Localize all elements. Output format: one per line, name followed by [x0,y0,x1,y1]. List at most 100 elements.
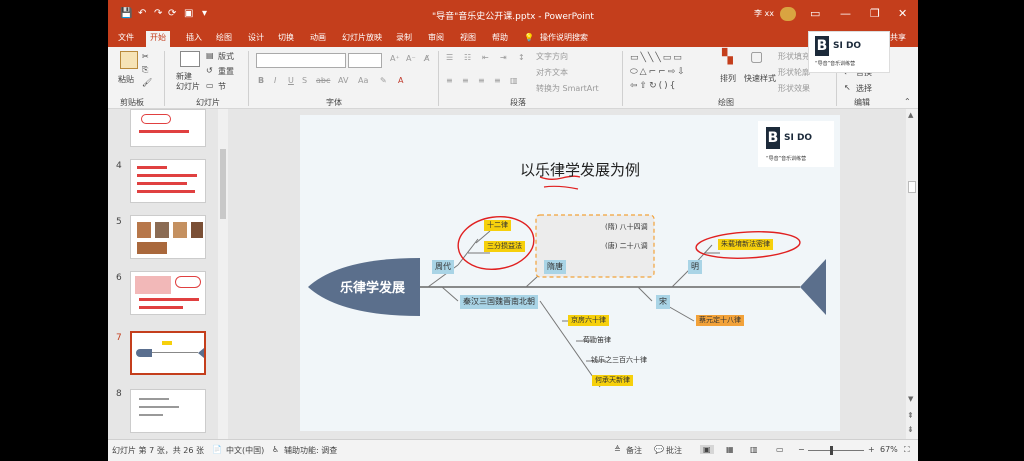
align-left-icon[interactable]: ≡ [446,76,453,85]
columns-icon[interactable]: ▥ [510,76,518,85]
text-direction-button[interactable]: 文字方向 [536,51,568,62]
shrink-font-icon[interactable]: A⁻ [406,54,416,63]
bullets-icon[interactable]: ☰ [446,53,453,62]
shape-outline-button[interactable]: 形状轮廓 [778,67,810,78]
reset-button[interactable]: 重置 [218,66,234,77]
align-center-icon[interactable]: ≡ [462,76,469,85]
paste-icon[interactable] [120,51,138,69]
tab-animations[interactable]: 动画 [306,31,330,47]
tab-review[interactable]: 审阅 [424,31,448,47]
slide-editing-area: 以乐律学发展为例 乐律学发展 周代 十二律 三分损益法 隋唐 (隋) 八十四调 … [230,109,906,439]
section-button[interactable]: 节 [218,81,226,92]
scroll-down-icon[interactable]: ▼ [908,395,913,403]
user-name[interactable]: 李 xx [754,8,774,19]
font-name-box[interactable] [256,53,346,68]
spacing-icon[interactable]: AV [338,76,348,85]
tab-design[interactable]: 设计 [244,31,268,47]
underline-icon[interactable]: U [288,76,294,85]
slide-thumbnail-5[interactable] [130,215,206,259]
decrease-indent-icon[interactable]: ⇤ [482,53,489,62]
slide-thumbnail-3[interactable] [130,109,206,147]
editor-scrollbar[interactable]: ▲ ▼ ⇞ ⇟ [906,109,918,439]
line-spacing-icon[interactable]: ↕ [518,53,525,62]
group-label-drawing: 绘图 [718,98,734,107]
highlight-icon[interactable]: ✎ [380,76,387,85]
language-status[interactable]: 中文(中国) [226,445,264,456]
avatar[interactable] [780,7,796,21]
tab-help[interactable]: 帮助 [488,31,512,47]
tab-home[interactable]: 开始 [146,31,170,47]
smartart-button[interactable]: 转换为 SmartArt [536,83,599,94]
tab-file[interactable]: 文件 [114,31,138,47]
shapes-gallery[interactable]: ▭╲╲╲▭▭ ⬭△⌐⌐⇨⇩ ⇦⇧↻(){ [630,51,702,95]
slideshow-icon[interactable]: ▭ [776,445,784,454]
collapse-ribbon-icon[interactable]: ⌃ [904,97,911,106]
slide-number-5: 5 [116,217,122,227]
zoom-level[interactable]: 67% [880,445,898,454]
slide-thumbnail-pane: 4 5 6 7 8 [108,109,230,439]
strikethrough-icon[interactable]: abc [316,76,330,85]
select-button[interactable]: 选择 [856,83,872,94]
zoom-slider-thumb[interactable] [830,446,833,455]
new-slide-icon[interactable] [180,51,200,67]
quick-styles-button[interactable]: 快速样式 [744,73,776,84]
justify-icon[interactable]: ≡ [494,76,501,85]
tab-transitions[interactable]: 切换 [274,31,298,47]
tell-me-search[interactable]: 操作说明搜索 [536,31,592,47]
reading-view-icon[interactable]: ▥ [750,445,758,454]
paste-button[interactable]: 粘贴 [118,74,134,85]
zoom-slider[interactable] [808,450,864,451]
slide-thumbnail-8[interactable] [130,389,206,433]
normal-view-icon[interactable]: ▣ [700,445,714,454]
logo-brand: SI DO [833,41,862,51]
arrange-button[interactable]: 排列 [720,73,736,84]
shape-effects-button[interactable]: 形状效果 [778,83,810,94]
prev-slide-icon[interactable]: ⇞ [907,411,914,420]
next-slide-icon[interactable]: ⇟ [907,425,914,434]
format-painter-icon[interactable]: 🖌 [142,78,152,87]
slide-canvas[interactable]: 以乐律学发展为例 乐律学发展 周代 十二律 三分损益法 隋唐 (隋) 八十四调 … [300,115,840,431]
close-icon[interactable]: ✕ [898,7,907,20]
minimize-icon[interactable]: — [840,7,851,20]
font-size-box[interactable] [348,53,382,68]
new-slide-button[interactable]: 新建 幻灯片 [176,72,200,92]
copy-icon[interactable]: ⎘ [142,65,148,75]
slide-thumbnail-7[interactable] [130,331,206,375]
numbering-icon[interactable]: ☷ [464,53,471,62]
tab-record[interactable]: 录制 [392,31,416,47]
align-text-button[interactable]: 对齐文本 [536,67,568,78]
layout-button[interactable]: 版式 [218,51,234,62]
shadow-icon[interactable]: S [302,76,307,85]
maximize-icon[interactable]: ❐ [870,7,880,20]
tab-draw[interactable]: 绘图 [212,31,236,47]
clear-format-icon[interactable]: A̸ [424,54,429,63]
spellcheck-icon[interactable]: 📄 [212,445,222,454]
slide-sorter-icon[interactable]: ▦ [726,445,734,454]
tab-view[interactable]: 视图 [456,31,480,47]
cut-icon[interactable]: ✂ [142,52,149,61]
node-he-chengtian: 何承天新律 [592,375,633,386]
zoom-out-icon[interactable]: − [798,445,805,454]
bold-icon[interactable]: B [258,76,264,85]
tab-insert[interactable]: 插入 [182,31,206,47]
shape-fill-button[interactable]: 形状填充 [778,51,810,62]
increase-indent-icon[interactable]: ⇥ [500,53,507,62]
italic-icon[interactable]: I [274,76,276,85]
accessibility-status[interactable]: 辅助功能: 调查 [284,445,337,456]
slide-thumbnail-6[interactable] [130,271,206,315]
thumbnail-scrollbar[interactable] [218,109,228,439]
fit-slide-icon[interactable]: ⛶ [904,445,910,455]
align-right-icon[interactable]: ≡ [478,76,485,85]
notes-button[interactable]: 备注 [626,445,642,456]
change-case-icon[interactable]: Aa [358,76,368,85]
comments-button[interactable]: 批注 [666,445,682,456]
slide-thumbnail-4[interactable] [130,159,206,203]
font-color-icon[interactable]: A [398,76,403,85]
tab-slideshow[interactable]: 幻灯片放映 [338,31,386,47]
zoom-in-icon[interactable]: + [868,445,875,454]
grow-font-icon[interactable]: A⁺ [390,54,400,63]
section-icon: ▭ [206,81,214,90]
ribbon-display-icon[interactable]: ▭ [810,7,820,20]
scroll-up-icon[interactable]: ▲ [908,111,913,119]
node-zhu-zaiyu: 朱载堉新法密律 [718,239,773,250]
